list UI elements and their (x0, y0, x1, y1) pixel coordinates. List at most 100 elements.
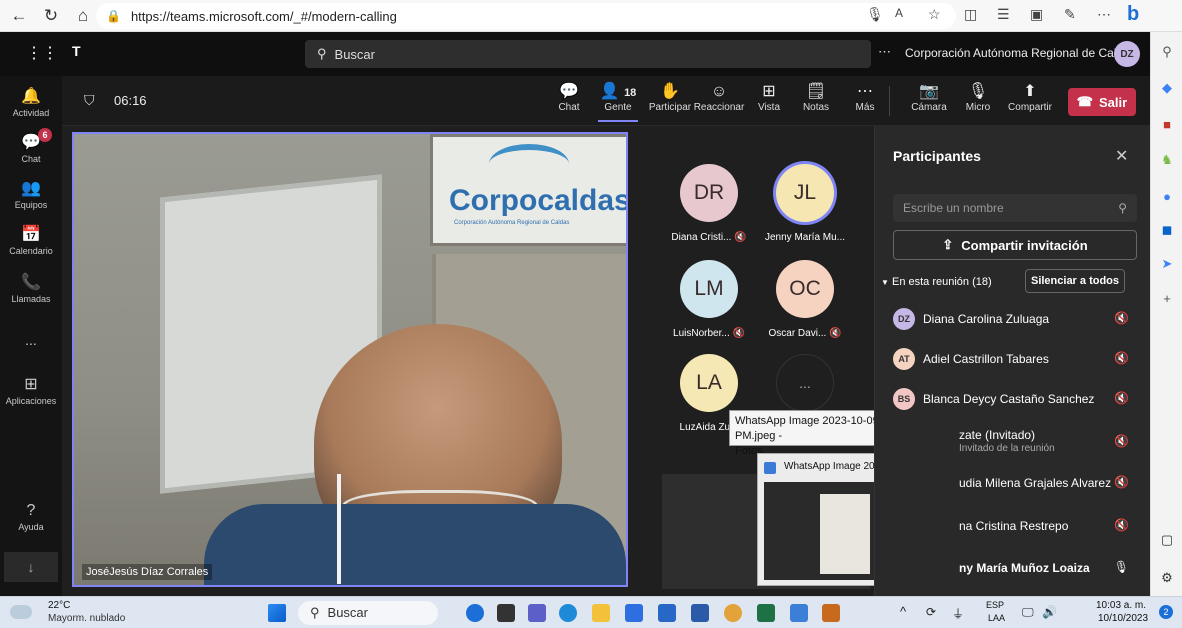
overflow-tile[interactable]: ... (760, 354, 850, 412)
language-indicator[interactable]: ESP (986, 600, 1004, 610)
participant-row[interactable]: udia Milena Grajales Alvarez 🔇 (893, 468, 1143, 498)
clock-date[interactable]: 10/10/2023 (1098, 613, 1148, 624)
apps-icon: ⊞ (24, 376, 38, 393)
teams-search-input[interactable]: ⚲ Buscar (305, 40, 871, 68)
chevron-up-icon[interactable]: ^ (900, 604, 906, 619)
participant-tile[interactable]: DR Diana Cristi... 🔇 (664, 164, 754, 243)
start-icon[interactable] (268, 604, 286, 622)
rail-help[interactable]: ? Ayuda (0, 502, 62, 532)
participant-tile[interactable]: JL Jenny María Mu... (760, 164, 850, 243)
rail-activity[interactable]: 🔔 Actividad (0, 86, 62, 118)
read-aloud-icon[interactable]: A (895, 6, 903, 20)
mute-all-button[interactable]: Silenciar a todos (1025, 269, 1125, 293)
chrome-icon[interactable] (724, 604, 742, 622)
rail-more[interactable]: ... (0, 332, 62, 348)
split-screen-icon[interactable]: ◫ (964, 6, 977, 23)
more-button[interactable]: ⋯ Más (854, 82, 876, 113)
participant-row[interactable]: zate (Invitado) Invitado de la reunión 🔇 (893, 424, 1143, 460)
outlook-icon[interactable]: ◼ (1159, 222, 1175, 238)
send-icon[interactable]: ➤ (1159, 256, 1175, 272)
share-invite-button[interactable]: ⇪ Compartir invitación (893, 230, 1137, 260)
participant-tile[interactable]: OC Oscar Davi... 🔇 (760, 260, 850, 339)
search-icon[interactable]: ⚲ (1159, 44, 1175, 60)
participant-row[interactable]: BS Blanca Deycy Castaño Sanchez 🔇 (893, 384, 1143, 414)
bing-icon[interactable]: b (1127, 3, 1139, 26)
mic-off-icon: 🎙 (967, 83, 989, 100)
chat-button[interactable]: 💬 Chat (554, 82, 584, 113)
tag-icon[interactable]: ◆ (1159, 80, 1175, 96)
mail-icon[interactable] (625, 604, 643, 622)
participant-row[interactable]: na Cristina Restrepo 🔇 (893, 511, 1143, 541)
rail-chat[interactable]: 💬 Chat 6 (0, 128, 62, 164)
camera-button[interactable]: 📷 Cámara (911, 82, 947, 113)
collections-icon[interactable]: ▣ (1030, 6, 1043, 23)
people-button[interactable]: 👤 18 Gente (598, 82, 638, 122)
rail-calendar[interactable]: 📅 Calendario (0, 224, 62, 256)
download-icon[interactable]: ↓ (4, 552, 58, 582)
rail-calls[interactable]: 📞 Llamadas (0, 272, 62, 304)
excel-icon[interactable] (757, 604, 775, 622)
participants-panel: Participantes ✕ Escribe un nombre ⚲ ⇪ Com… (874, 126, 1150, 596)
word-icon[interactable] (691, 604, 709, 622)
home-icon[interactable]: ⌂ (70, 3, 96, 29)
more-icon[interactable]: ⋯ (1097, 6, 1111, 23)
briefcase-icon[interactable]: ■ (1159, 116, 1175, 132)
mic-button[interactable]: 🎙 Micro (963, 82, 993, 113)
weather-icon[interactable] (10, 605, 32, 619)
address-bar[interactable]: 🔒 https://teams.microsoft.com/_#/modern-… (96, 3, 956, 29)
back-icon[interactable]: ← (6, 3, 32, 29)
section-header[interactable]: ▼ En esta reunión (18) (881, 276, 992, 288)
store-icon[interactable] (658, 604, 676, 622)
copilot-icon[interactable]: ● (1159, 188, 1175, 204)
notes-button[interactable]: 🗒 Notas (802, 82, 830, 113)
rail-teams[interactable]: 👥 Equipos (0, 178, 62, 210)
leave-button[interactable]: ☎ Salir (1068, 88, 1136, 116)
chess-icon[interactable]: ♞ (1159, 152, 1175, 168)
view-button[interactable]: ⊞ Vista (756, 82, 782, 113)
extensions-icon[interactable]: ✎ (1064, 6, 1076, 23)
avatar: JL (776, 164, 834, 222)
file-explorer-icon[interactable] (592, 604, 610, 622)
org-name[interactable]: Corporación Autónoma Regional de Caldas (905, 46, 1136, 60)
share-icon: ⇪ (942, 237, 954, 252)
more-options-icon[interactable]: ⋯ (878, 44, 891, 60)
favorite-star-icon[interactable]: ☆ (928, 6, 941, 23)
add-icon[interactable]: + (1159, 290, 1175, 306)
sidebar-toggle-icon[interactable]: ▢ (1159, 532, 1175, 548)
favorites-icon[interactable]: ☰ (997, 6, 1010, 23)
app-icon[interactable] (822, 604, 840, 622)
raise-hand-button[interactable]: ✋ Participar (648, 82, 692, 113)
task-view-icon[interactable] (497, 604, 515, 622)
taskbar-search[interactable]: ⚲ Buscar (298, 601, 438, 625)
participant-search-input[interactable]: Escribe un nombre ⚲ (893, 194, 1137, 222)
weather-temp[interactable]: 22°C (48, 600, 70, 611)
avatar: OC (776, 260, 834, 318)
volume-icon[interactable]: 🔊 (1042, 605, 1057, 619)
weather-desc[interactable]: Mayorm. nublado (48, 613, 125, 624)
avatar[interactable]: DZ (1114, 41, 1140, 67)
bing-icon[interactable] (466, 604, 484, 622)
network-icon[interactable]: 🖵 (1022, 605, 1034, 620)
app-launcher-icon[interactable]: ⋮⋮ (26, 43, 58, 63)
participant-row[interactable]: AT Adiel Castrillon Tabares 🔇 (893, 344, 1143, 374)
edge-icon[interactable] (559, 604, 577, 622)
photos-icon[interactable] (790, 604, 808, 622)
rail-apps[interactable]: ⊞ Aplicaciones (0, 374, 62, 406)
close-icon[interactable]: ✕ (1115, 146, 1128, 166)
notification-badge[interactable]: 2 (1159, 605, 1173, 619)
usb-icon[interactable]: ⏚ (952, 605, 964, 622)
refresh-icon[interactable]: ↻ (38, 3, 64, 29)
participant-row[interactable]: DZ Diana Carolina Zuluaga 🔇 (893, 304, 1143, 334)
main-video-tile[interactable]: Corpocaldas Corporación Autónoma Regiona… (72, 132, 628, 587)
participant-row[interactable]: ny María Muñoz Loaiza 🎙 (893, 553, 1143, 583)
react-button[interactable]: ☺ Reaccionar (693, 82, 745, 113)
teams-icon[interactable] (528, 604, 546, 622)
clock-time[interactable]: 10:03 a. m. (1096, 600, 1146, 611)
tray-icon[interactable]: ⟳ (926, 605, 936, 619)
share-button[interactable]: ⬆ Compartir (1006, 82, 1054, 113)
settings-icon[interactable]: ⚙ (1159, 570, 1175, 586)
mic-icon[interactable]: 🎙 (866, 6, 884, 23)
participant-tile[interactable]: LM LuisNorber... 🔇 (664, 260, 754, 339)
phone-icon: 📞 (21, 274, 41, 291)
teams-logo-icon: T (72, 43, 81, 59)
